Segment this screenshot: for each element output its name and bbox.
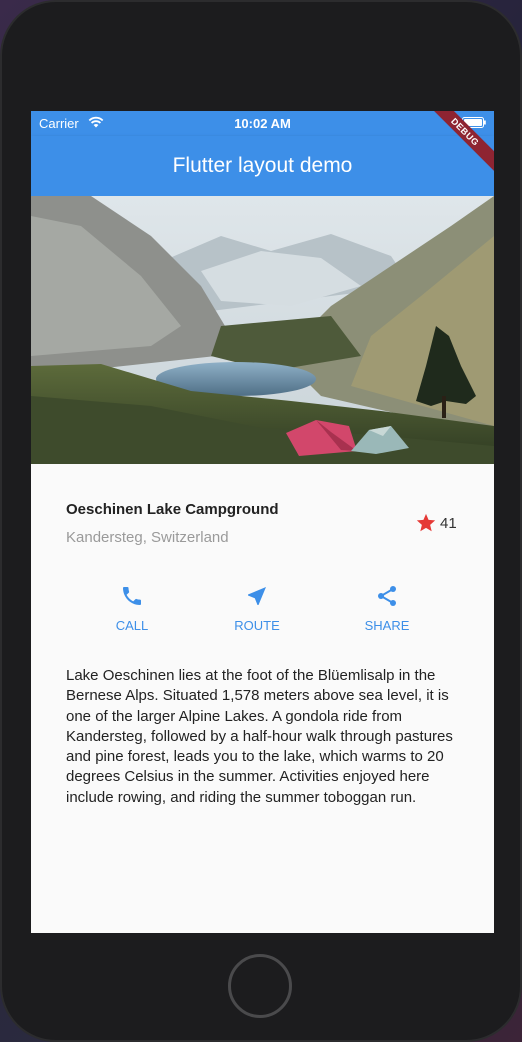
action-button-row: CALL ROUTE SHARE bbox=[31, 581, 494, 641]
place-title: Oeschinen Lake Campground bbox=[66, 501, 279, 518]
app-bar: Flutter layout demo bbox=[31, 136, 494, 196]
route-button[interactable]: ROUTE bbox=[207, 581, 307, 637]
title-section: Oeschinen Lake Campground Kandersteg, Sw… bbox=[31, 464, 494, 574]
phone-icon bbox=[123, 587, 141, 605]
place-description: Lake Oeschinen lies at the foot of the B… bbox=[66, 667, 453, 806]
near-me-icon bbox=[248, 587, 266, 605]
lake-hero-image bbox=[31, 196, 494, 464]
home-button[interactable] bbox=[228, 954, 292, 1018]
app-bar-title: Flutter layout demo bbox=[172, 154, 353, 177]
phone-frame: Carrier 10:02 AM Flutter layout demo DEB… bbox=[0, 0, 522, 1042]
star-icon[interactable] bbox=[415, 512, 437, 534]
app-screen: Carrier 10:02 AM Flutter layout demo DEB… bbox=[31, 111, 494, 933]
status-bar: Carrier 10:02 AM bbox=[31, 111, 494, 136]
call-button[interactable]: CALL bbox=[82, 581, 182, 637]
status-time: 10:02 AM bbox=[234, 116, 291, 131]
place-location: Kandersteg, Switzerland bbox=[66, 529, 229, 546]
share-icon bbox=[378, 586, 396, 606]
share-label: SHARE bbox=[364, 618, 410, 633]
route-label: ROUTE bbox=[234, 618, 280, 633]
share-button[interactable]: SHARE bbox=[337, 581, 437, 637]
star-count: 41 bbox=[440, 515, 457, 532]
call-label: CALL bbox=[115, 618, 149, 633]
